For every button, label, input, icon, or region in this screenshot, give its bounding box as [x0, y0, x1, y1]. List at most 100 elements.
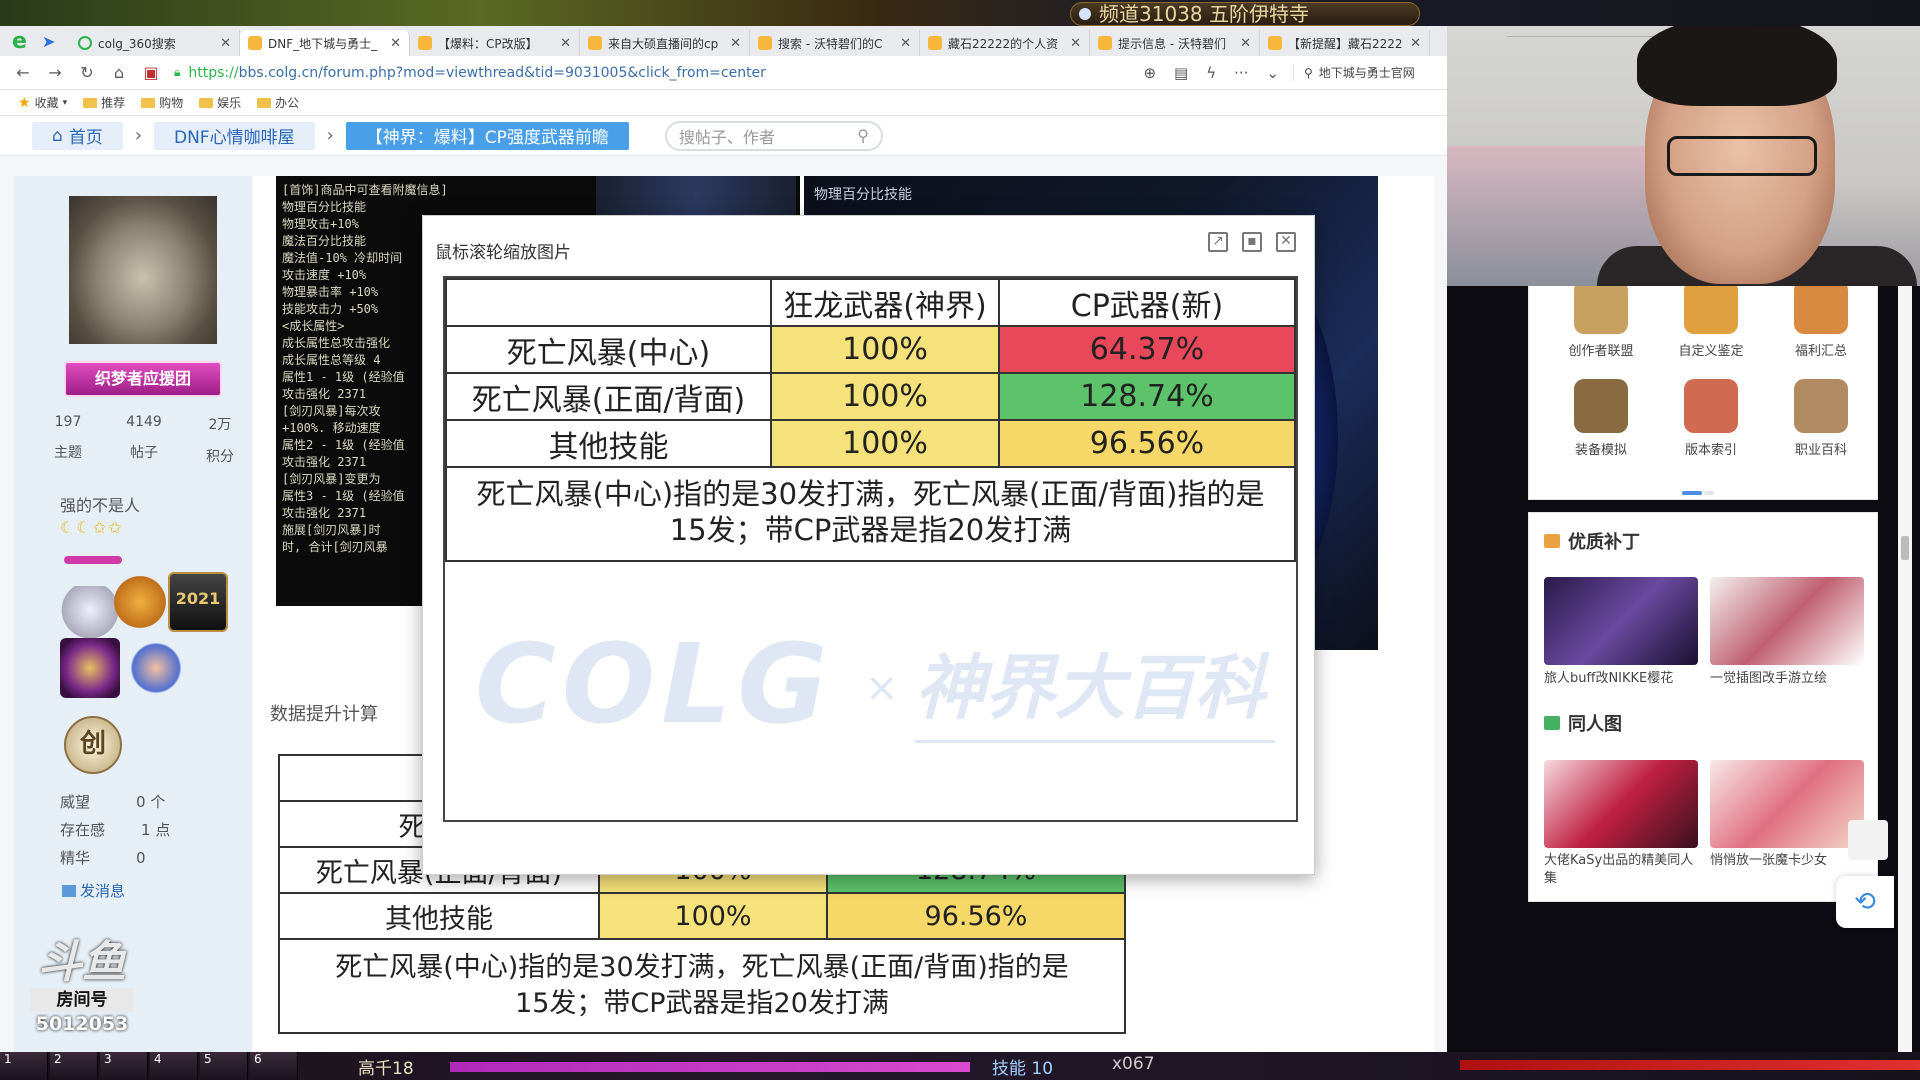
breadcrumb-forum[interactable]: DNF心情咖啡屋: [154, 121, 315, 150]
stat-threads[interactable]: 197 主题: [54, 414, 82, 466]
bookmark-label: 推荐: [101, 96, 126, 110]
bookmark-folder[interactable]: 购物: [141, 94, 183, 111]
item-count: x067: [1112, 1054, 1155, 1074]
stat-posts[interactable]: 4149 帖子: [126, 414, 162, 466]
medal-2021-icon[interactable]: 2021: [168, 572, 228, 632]
close-icon[interactable]: ✕: [730, 36, 741, 51]
scrollbar[interactable]: [1898, 286, 1912, 1056]
comparison-table: 狂龙武器(神界) CP武器(新) 死亡风暴(中心) 100% 64.37% 死亡…: [445, 278, 1296, 562]
stat-points[interactable]: 2万 积分: [206, 414, 234, 466]
modal-image[interactable]: 狂龙武器(神界) CP武器(新) 死亡风暴(中心) 100% 64.37% 死亡…: [443, 276, 1298, 822]
table-row: 死亡风暴(中心)指的是30发打满，死亡风暴(正面/背面)指的是 15发；带CP武器…: [445, 466, 1296, 562]
extension-icon[interactable]: ▣: [142, 63, 160, 82]
sidebar-tool-item[interactable]: 福利汇总: [1766, 280, 1876, 359]
close-icon[interactable]: ✕: [1240, 36, 1251, 51]
tool-icon: [1684, 379, 1738, 433]
address-search-box[interactable]: ⚲ 地下城与勇士官网: [1293, 64, 1433, 81]
fan-art-thumb[interactable]: [1710, 760, 1864, 848]
skill-slot[interactable]: 4: [150, 1052, 198, 1080]
favicon-icon: [1268, 36, 1282, 50]
tab-title: 【爆料：CP改版】: [438, 36, 538, 51]
send-message-link[interactable]: 发消息: [62, 880, 125, 901]
close-icon[interactable]: ✕: [220, 36, 231, 51]
creator-medal-icon[interactable]: 创: [64, 716, 122, 774]
sidebar-tool-item[interactable]: 装备模拟: [1546, 379, 1656, 458]
folder-icon: [199, 97, 214, 108]
forward-icon[interactable]: →: [46, 63, 64, 82]
medal-icon[interactable]: [110, 572, 170, 632]
patch-caption[interactable]: 一觉插图改手游立绘: [1710, 670, 1870, 688]
zoom-icon[interactable]: ⊕: [1143, 64, 1156, 82]
webcam-hair: [1637, 26, 1837, 106]
sidebar-tool-item[interactable]: 自定义鉴定: [1656, 280, 1766, 359]
chevron-down-icon[interactable]: ⌄: [1266, 64, 1279, 82]
post-search-input[interactable]: 搜帖子、作者 ⚲: [664, 120, 883, 151]
screenshot-icon[interactable]: ▤: [1174, 64, 1188, 82]
webcam-overlay: [1447, 26, 1920, 286]
fan-art-caption[interactable]: 悄悄放一张魔卡少女: [1710, 852, 1870, 870]
bookmark-folder[interactable]: 推荐: [83, 94, 125, 111]
refresh-float-button[interactable]: ⟲: [1836, 876, 1894, 928]
tab-title: 搜索 - 沃特碧们的C: [778, 36, 883, 51]
bookmark-folder[interactable]: 娱乐: [199, 94, 241, 111]
close-icon[interactable]: ✕: [1276, 232, 1296, 252]
modal-header: 鼠标滚轮缩放图片 ↗ ▪ ✕: [423, 216, 1314, 274]
breadcrumb-thread[interactable]: 【神界：爆料】CP强度武器前瞻: [345, 121, 629, 150]
close-icon[interactable]: ✕: [1410, 36, 1421, 51]
more-icon[interactable]: ···: [1234, 64, 1248, 82]
skill-slot[interactable]: 1: [0, 1052, 48, 1080]
skill-label: 技能: [992, 1059, 1026, 1079]
medal-icon[interactable]: [60, 638, 120, 698]
scrollbar-thumb[interactable]: [1901, 536, 1909, 560]
patch-caption[interactable]: 旅人buff改NIKKE樱花: [1544, 670, 1704, 688]
browser-tab[interactable]: 【新提醒】藏石2222 ✕: [1260, 30, 1430, 56]
search-icon[interactable]: ⚲: [857, 126, 869, 145]
patch-thumb[interactable]: [1710, 577, 1864, 665]
carousel-dot-active[interactable]: [1682, 491, 1702, 495]
watermark-cn: 神界大百科: [915, 647, 1265, 729]
bookmark-folder[interactable]: 办公: [257, 94, 299, 111]
skill-slot[interactable]: 5: [200, 1052, 248, 1080]
close-icon[interactable]: ✕: [560, 36, 571, 51]
folder-icon: [83, 97, 98, 108]
fan-art-caption[interactable]: 大佬KaSy出品的精美同人集: [1544, 852, 1704, 888]
skill-slot[interactable]: 3: [100, 1052, 148, 1080]
sidebar-tool-item[interactable]: 创作者联盟: [1546, 280, 1656, 359]
bookmark-favorites[interactable]: ★ 收藏 ▾: [18, 94, 67, 111]
table-row: 死亡风暴(中心) 100% 64.37%: [445, 325, 1296, 374]
close-icon[interactable]: ✕: [1070, 36, 1081, 51]
home-icon[interactable]: ⌂: [110, 63, 128, 82]
browser-tab[interactable]: colg_360搜索 ✕: [70, 30, 240, 56]
skill-slot[interactable]: 6: [250, 1052, 298, 1080]
avatar[interactable]: [69, 196, 217, 344]
tool-label: 创作者联盟: [1568, 344, 1634, 359]
close-icon[interactable]: ✕: [390, 36, 401, 51]
sidebar-tool-item[interactable]: 版本索引: [1656, 379, 1766, 458]
search-icon: ⚲: [1304, 65, 1313, 80]
browser-tab[interactable]: DNF_地下城与勇士_ ✕: [240, 30, 410, 56]
medal-icon[interactable]: [126, 638, 186, 698]
chat-icon[interactable]: [1848, 820, 1888, 860]
browser-tab[interactable]: 提示信息 - 沃特碧们 ✕: [1090, 30, 1260, 56]
fan-art-thumb[interactable]: [1544, 760, 1698, 848]
cp-cell: 96.56%: [998, 419, 1296, 468]
fullscreen-icon[interactable]: ▪: [1242, 232, 1262, 252]
skill-slot[interactable]: 2: [50, 1052, 98, 1080]
browser-logo-icon[interactable]: e: [12, 30, 42, 56]
tool-icon: [1574, 379, 1628, 433]
reload-icon[interactable]: ↻: [78, 63, 96, 82]
browser-tab[interactable]: 【爆料：CP改版】 ✕: [410, 30, 580, 56]
flash-icon[interactable]: ϟ: [1206, 64, 1216, 82]
url-field[interactable]: 🔒︎ https://bbs.colg.cn/forum.php?mod=vie…: [174, 61, 1129, 85]
browser-tab[interactable]: 来自大硕直播间的cp ✕: [580, 30, 750, 56]
carousel-dot[interactable]: [1704, 491, 1714, 495]
browser-tab[interactable]: 藏石22222的个人资 ✕: [920, 30, 1090, 56]
open-external-icon[interactable]: ↗: [1208, 232, 1228, 252]
back-icon[interactable]: ←: [14, 63, 32, 82]
browser-tab[interactable]: 搜索 - 沃特碧们的C ✕: [750, 30, 920, 56]
close-icon[interactable]: ✕: [900, 36, 911, 51]
sidebar-tool-item[interactable]: 职业百科: [1766, 379, 1876, 458]
breadcrumb-home[interactable]: ⌂ 首页: [32, 121, 123, 150]
pinned-tab-icon[interactable]: ➤: [42, 30, 70, 56]
patch-thumb[interactable]: [1544, 577, 1698, 665]
